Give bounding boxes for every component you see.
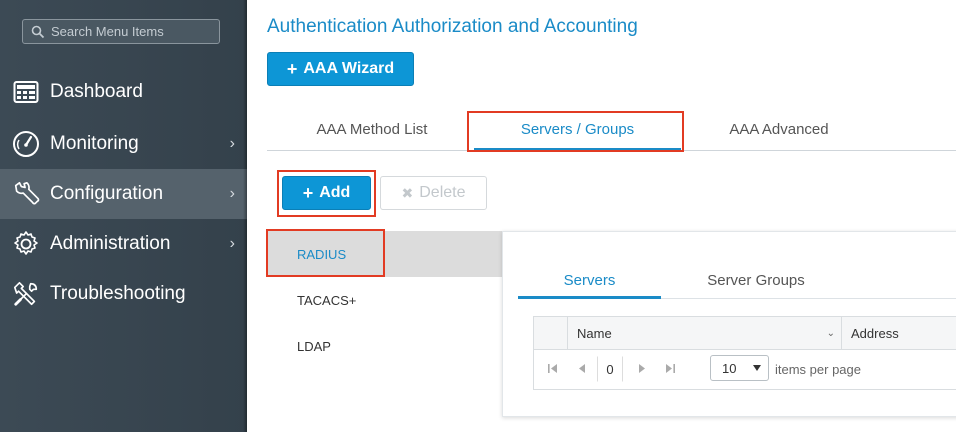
nav-label-dashboard: Dashboard xyxy=(50,81,143,102)
gear-icon xyxy=(12,230,40,258)
first-page-icon[interactable] xyxy=(547,363,558,377)
sidebar: Dashboard Monitoring › Configuration › xyxy=(0,0,247,432)
add-button[interactable]: + Add xyxy=(282,176,371,210)
list-item-label: RADIUS xyxy=(297,246,347,262)
tab-label: AAA Method List xyxy=(316,120,428,138)
tab-label: AAA Advanced xyxy=(729,120,829,138)
column-label: Address xyxy=(851,325,899,341)
list-item-tacacs[interactable]: TACACS+ xyxy=(267,277,502,323)
tab-label: Server Groups xyxy=(707,271,805,289)
current-page[interactable]: 0 xyxy=(597,356,623,382)
search-icon xyxy=(31,25,45,38)
gauge-icon xyxy=(12,130,40,158)
tab-aaa-method-list[interactable]: AAA Method List xyxy=(297,108,447,150)
page-title: Authentication Authorization and Account… xyxy=(267,16,638,37)
column-header-name[interactable]: Name ⌄ xyxy=(567,317,841,349)
items-per-page-label: items per page xyxy=(775,362,861,377)
search-input[interactable] xyxy=(51,24,211,39)
sub-tabs: Servers Server Groups xyxy=(518,262,956,299)
chevron-right-icon: › xyxy=(229,235,235,252)
list-item-radius[interactable]: RADIUS xyxy=(267,231,502,277)
column-label: Name xyxy=(577,325,612,341)
chevron-right-icon: › xyxy=(229,185,235,202)
add-label: Add xyxy=(319,184,351,201)
tab-servers-groups[interactable]: Servers / Groups xyxy=(474,108,681,151)
delete-label: Delete xyxy=(419,184,466,201)
servers-grid: Name ⌄ Address 0 10 items per page xyxy=(533,316,956,390)
wrench-icon xyxy=(12,180,40,208)
next-page-icon[interactable] xyxy=(638,363,647,377)
nav-item-administration[interactable]: Administration › xyxy=(0,219,247,269)
aaa-wizard-button[interactable]: + AAA Wizard xyxy=(267,52,414,86)
prev-page-icon[interactable] xyxy=(577,363,586,377)
nav-label-troubleshooting: Troubleshooting xyxy=(50,283,186,304)
grid-header: Name ⌄ Address xyxy=(534,317,956,350)
nav-label-configuration: Configuration xyxy=(50,183,164,204)
last-page-icon[interactable] xyxy=(665,363,676,377)
list-item-label: TACACS+ xyxy=(297,292,357,308)
plus-icon: + xyxy=(302,182,314,203)
delete-button[interactable]: ✖ Delete xyxy=(380,176,487,210)
main-tabs: AAA Method List Servers / Groups AAA Adv… xyxy=(267,108,956,151)
search-box[interactable] xyxy=(22,19,220,44)
tools-icon xyxy=(12,280,40,308)
nav-label-administration: Administration xyxy=(50,233,171,254)
items-per-page-value: 10 xyxy=(722,360,737,376)
nav-item-troubleshooting[interactable]: Troubleshooting xyxy=(0,269,247,319)
dashboard-icon xyxy=(12,78,40,106)
column-header-address[interactable]: Address xyxy=(841,317,956,349)
tab-servers[interactable]: Servers xyxy=(518,262,661,299)
grid-pager: 0 10 items per page xyxy=(534,350,956,390)
nav-item-configuration[interactable]: Configuration › xyxy=(0,169,247,219)
close-icon: ✖ xyxy=(401,184,414,201)
nav-label-monitoring: Monitoring xyxy=(50,133,139,154)
nav-item-monitoring[interactable]: Monitoring › xyxy=(0,119,247,169)
aaa-wizard-label: AAA Wizard xyxy=(303,60,395,77)
tab-server-groups[interactable]: Server Groups xyxy=(686,262,826,298)
nav-item-dashboard[interactable]: Dashboard xyxy=(0,67,247,117)
list-item-label: LDAP xyxy=(297,338,331,354)
tab-label: Servers xyxy=(563,271,616,289)
tab-label: Servers / Groups xyxy=(520,120,635,138)
tab-aaa-advanced[interactable]: AAA Advanced xyxy=(704,108,854,150)
chevron-down-icon: ⌄ xyxy=(826,327,835,339)
items-per-page-select[interactable]: 10 xyxy=(710,355,769,381)
caret-down-icon xyxy=(753,365,761,371)
chevron-right-icon: › xyxy=(229,135,235,152)
list-item-ldap[interactable]: LDAP xyxy=(267,323,502,369)
plus-icon: + xyxy=(286,58,298,79)
